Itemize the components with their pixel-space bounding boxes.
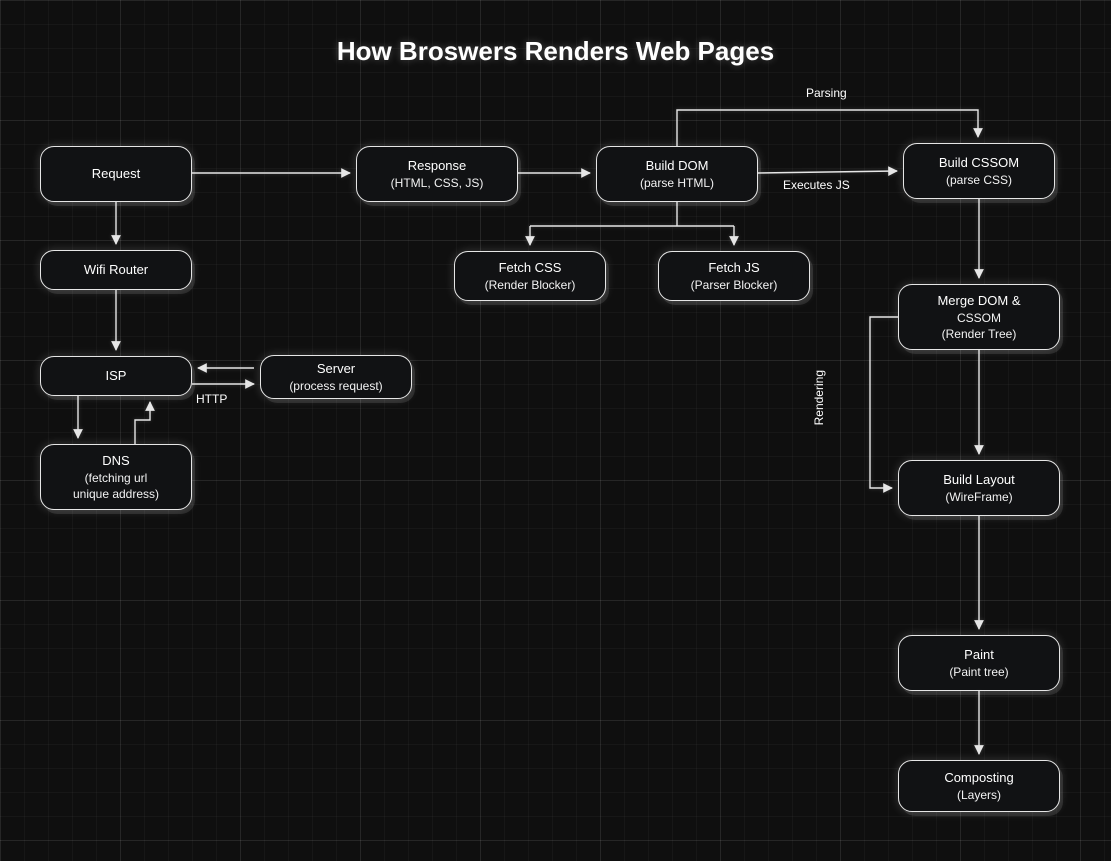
- node-label: ISP: [106, 367, 127, 385]
- node-label: Paint: [964, 646, 994, 664]
- diagram-title: How Broswers Renders Web Pages: [0, 36, 1111, 67]
- node-dns: DNS (fetching url unique address): [40, 444, 192, 510]
- node-request: Request: [40, 146, 192, 202]
- node-label: Wifi Router: [84, 261, 148, 279]
- node-build-cssom: Build CSSOM (parse CSS): [903, 143, 1055, 199]
- node-sublabel: unique address): [73, 486, 159, 502]
- node-sublabel: (Parser Blocker): [691, 277, 778, 293]
- node-label: Fetch JS: [708, 259, 759, 277]
- edge-label-http: HTTP: [196, 392, 227, 406]
- node-composite: Composting (Layers): [898, 760, 1060, 812]
- node-sublabel: (Paint tree): [949, 664, 1008, 680]
- diagram-edges: [0, 0, 1111, 861]
- edge-label-parsing: Parsing: [806, 86, 847, 100]
- node-label: Build DOM: [646, 157, 709, 175]
- node-sublabel: (Layers): [957, 787, 1001, 803]
- node-label: DNS: [102, 452, 129, 470]
- node-fetch-css: Fetch CSS (Render Blocker): [454, 251, 606, 301]
- node-merge: Merge DOM & CSSOM (Render Tree): [898, 284, 1060, 350]
- node-label: Build Layout: [943, 471, 1015, 489]
- node-isp: ISP: [40, 356, 192, 396]
- node-sublabel: (Render Blocker): [485, 277, 576, 293]
- node-sublabel: CSSOM: [957, 310, 1001, 326]
- node-label: Response: [408, 157, 467, 175]
- node-label: Composting: [944, 769, 1013, 787]
- node-sublabel: (parse CSS): [946, 172, 1012, 188]
- node-sublabel: (parse HTML): [640, 175, 714, 191]
- node-paint: Paint (Paint tree): [898, 635, 1060, 691]
- node-label: Fetch CSS: [499, 259, 562, 277]
- node-label: Build CSSOM: [939, 154, 1019, 172]
- node-label: Request: [92, 165, 140, 183]
- edge-label-executes-js: Executes JS: [783, 178, 850, 192]
- node-label: Server: [317, 360, 355, 378]
- node-sublabel: (process request): [289, 378, 382, 394]
- node-fetch-js: Fetch JS (Parser Blocker): [658, 251, 810, 301]
- node-response: Response (HTML, CSS, JS): [356, 146, 518, 202]
- node-server: Server (process request): [260, 355, 412, 399]
- edge-label-rendering: Rendering: [812, 370, 826, 425]
- node-sublabel: (Render Tree): [942, 326, 1017, 342]
- node-sublabel: (HTML, CSS, JS): [391, 175, 484, 191]
- node-wifi-router: Wifi Router: [40, 250, 192, 290]
- node-sublabel: (WireFrame): [945, 489, 1012, 505]
- node-build-dom: Build DOM (parse HTML): [596, 146, 758, 202]
- node-layout: Build Layout (WireFrame): [898, 460, 1060, 516]
- node-label: Merge DOM &: [937, 292, 1020, 310]
- node-sublabel: (fetching url: [85, 470, 148, 486]
